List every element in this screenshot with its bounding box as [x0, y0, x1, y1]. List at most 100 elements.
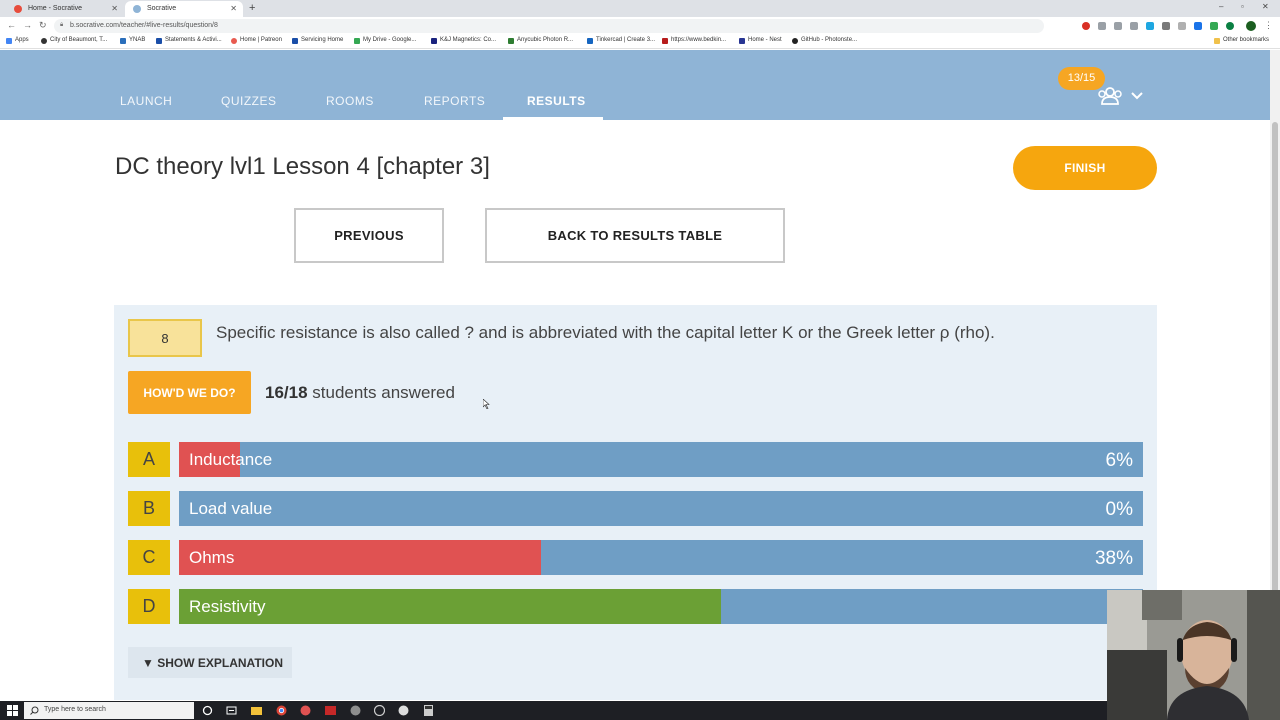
- search-placeholder: Type here to search: [44, 706, 106, 713]
- previous-button[interactable]: PREVIOUS: [294, 208, 444, 263]
- answer-bar: Load value 0%: [179, 491, 1143, 526]
- answer-bar: Ohms 38%: [179, 540, 1143, 575]
- howd-we-do-button[interactable]: HOW'D WE DO?: [128, 371, 251, 414]
- answer-bar: Resistivity5: [179, 589, 1143, 624]
- windows-start-icon[interactable]: [7, 705, 18, 716]
- address-bar[interactable]: 🔒︎ b.socrative.com/teacher/#live-results…: [54, 19, 1044, 33]
- new-tab-icon[interactable]: +: [249, 2, 255, 14]
- question-text: Specific resistance is also called ? and…: [216, 323, 995, 342]
- file-explorer-icon[interactable]: [251, 705, 262, 716]
- answer-row-b: B Load value 0%: [128, 491, 1143, 526]
- question-panel: 8 Specific resistance is also called ? a…: [114, 305, 1157, 700]
- profile-avatar[interactable]: [1246, 21, 1256, 31]
- answer-label: Resistivity: [189, 597, 266, 616]
- answer-letter: B: [128, 491, 170, 526]
- bookmark-item[interactable]: Tinkercad | Create 3...: [587, 37, 655, 44]
- extension-icon[interactable]: [1162, 22, 1170, 30]
- app-icon[interactable]: [325, 705, 336, 716]
- answer-bar: Inductance 6%: [179, 442, 1143, 477]
- show-explanation-button[interactable]: ▼ SHOW EXPLANATION: [128, 647, 292, 678]
- minimize-icon[interactable]: –: [1219, 2, 1223, 11]
- chevron-down-icon[interactable]: [1131, 92, 1143, 100]
- url-text: b.socrative.com/teacher/#live-results/qu…: [70, 22, 218, 29]
- calculator-icon[interactable]: [423, 705, 434, 716]
- menu-dots-icon[interactable]: ⋮: [1264, 20, 1273, 31]
- answer-percent: 6%: [1105, 450, 1133, 471]
- bookmark-item[interactable]: YNAB: [120, 37, 145, 44]
- forward-arrow-icon[interactable]: →: [23, 20, 32, 30]
- taskbar-search-input[interactable]: Type here to search: [24, 702, 194, 719]
- mouse-cursor-icon: [483, 399, 490, 409]
- back-to-results-table-button[interactable]: BACK TO RESULTS TABLE: [485, 208, 785, 263]
- answer-percent: 38%: [1094, 548, 1133, 569]
- task-view-icon[interactable]: [226, 705, 237, 716]
- nav-results[interactable]: RESULTS: [527, 94, 586, 108]
- tab-title: Socrative: [147, 5, 177, 12]
- maximize-icon[interactable]: ▫: [1241, 2, 1244, 11]
- nav-reports[interactable]: REPORTS: [424, 94, 485, 108]
- bookmark-apps[interactable]: Apps: [6, 37, 29, 44]
- close-tab-icon[interactable]: ✕: [230, 4, 237, 13]
- answered-suffix: students answered: [307, 383, 455, 402]
- nav-quizzes[interactable]: QUIZZES: [221, 94, 277, 108]
- nav-launch[interactable]: LAUNCH: [120, 94, 172, 108]
- bookmark-item[interactable]: GitHub - Photonste...: [792, 37, 857, 44]
- webcam-overlay: [1107, 590, 1280, 720]
- extension-icon[interactable]: [1210, 22, 1218, 30]
- back-arrow-icon[interactable]: ←: [7, 20, 16, 30]
- bookmark-item[interactable]: Anycubic Photon R...: [508, 37, 573, 44]
- extension-icon[interactable]: [1226, 22, 1234, 30]
- extension-icon[interactable]: [1114, 22, 1122, 30]
- search-icon: [30, 706, 39, 715]
- answer-row-c: C Ohms 38%: [128, 540, 1143, 575]
- bookmark-item[interactable]: Home - Nest: [739, 37, 782, 44]
- presenter-webcam-image: [1107, 590, 1280, 720]
- app-icon[interactable]: [300, 705, 311, 716]
- answered-ratio: 16/18: [265, 383, 308, 402]
- nav-rooms[interactable]: ROOMS: [326, 94, 374, 108]
- bookmark-item[interactable]: My Drive - Google...: [354, 37, 416, 44]
- answer-label: Ohms: [189, 548, 235, 567]
- lock-icon: 🔒︎: [60, 22, 64, 28]
- active-nav-indicator: [503, 117, 603, 120]
- cortana-icon[interactable]: [202, 705, 213, 716]
- answer-label: Inductance: [189, 450, 273, 469]
- answer-letter: D: [128, 589, 170, 624]
- bookmarks-bar: Apps City of Beaumont, T... YNAB Stateme…: [0, 35, 1280, 49]
- extension-icon[interactable]: [1082, 22, 1090, 30]
- browser-tab-socrative[interactable]: Socrative ✕: [125, 1, 243, 17]
- app-icon[interactable]: [398, 705, 409, 716]
- reload-icon[interactable]: ↻: [39, 20, 47, 31]
- answer-letter: A: [128, 442, 170, 477]
- scrollbar-thumb[interactable]: [1272, 122, 1278, 642]
- bookmark-other[interactable]: Other bookmarks: [1214, 37, 1269, 44]
- extension-icon[interactable]: [1098, 22, 1106, 30]
- app-icon[interactable]: [350, 705, 361, 716]
- bookmark-item[interactable]: Home | Patreon: [231, 37, 282, 44]
- browser-tab-strip: Home - Socrative ✕ Socrative ✕ + – ▫ ✕: [0, 0, 1280, 17]
- bookmark-item[interactable]: https://www.bedkin...: [662, 37, 726, 44]
- answer-label: Load value: [189, 499, 273, 518]
- extension-icon[interactable]: [1194, 22, 1202, 30]
- app-icon[interactable]: [374, 705, 385, 716]
- bookmark-item[interactable]: City of Beaumont, T...: [41, 37, 107, 44]
- app-header: LAUNCH QUIZZES ROOMS REPORTS RESULTS 13/…: [0, 50, 1270, 120]
- finish-button[interactable]: FINISH: [1013, 146, 1157, 190]
- extension-icon[interactable]: [1146, 22, 1154, 30]
- extension-icon[interactable]: [1178, 22, 1186, 30]
- extension-icon[interactable]: [1130, 22, 1138, 30]
- close-tab-icon[interactable]: ✕: [111, 4, 118, 13]
- answer-letter: C: [128, 540, 170, 575]
- chrome-icon[interactable]: [276, 705, 287, 716]
- close-window-icon[interactable]: ✕: [1262, 2, 1269, 11]
- bookmark-item[interactable]: Statements & Activi...: [156, 37, 222, 44]
- bookmark-item[interactable]: Servicing Home: [292, 37, 343, 44]
- answer-row-a: A Inductance 6%: [128, 442, 1143, 477]
- tab-title: Home - Socrative: [28, 5, 83, 12]
- windows-taskbar: Type here to search: [0, 701, 1107, 720]
- users-icon[interactable]: [1097, 86, 1123, 106]
- bookmark-item[interactable]: K&J Magnetics: Co...: [431, 37, 496, 44]
- browser-tab-home[interactable]: Home - Socrative ✕: [6, 1, 124, 17]
- socrative-favicon-icon: [133, 5, 141, 13]
- answer-row-d: D Resistivity5: [128, 589, 1143, 624]
